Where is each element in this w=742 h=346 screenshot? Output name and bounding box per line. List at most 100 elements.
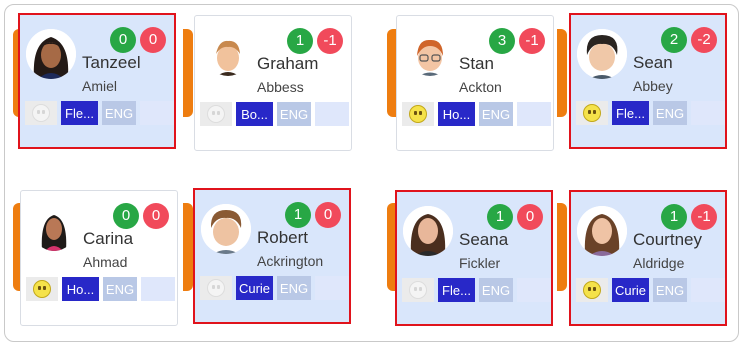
negative-score-badge[interactable]: 0 xyxy=(517,204,543,230)
positive-score-badge[interactable]: 0 xyxy=(113,203,139,229)
empty-chip[interactable] xyxy=(140,101,174,125)
class-chip[interactable]: Ho... xyxy=(438,102,475,126)
score-badges: 3 -1 xyxy=(489,28,545,54)
language-chip[interactable]: ENG xyxy=(479,278,513,302)
desk-edge-right xyxy=(183,29,193,117)
empty-chip[interactable] xyxy=(517,278,551,302)
student-last-name: Ahmad xyxy=(83,254,128,270)
student-photo xyxy=(577,206,627,256)
smiley-icon xyxy=(409,281,427,299)
language-chip[interactable]: ENG xyxy=(277,102,311,126)
desk-edge-right xyxy=(557,29,567,117)
positive-score-badge[interactable]: 1 xyxy=(487,204,513,230)
behavior-chip[interactable] xyxy=(576,101,608,125)
empty-chip[interactable] xyxy=(691,101,725,125)
student-first-name: Robert xyxy=(257,228,309,247)
student-last-name: Amiel xyxy=(82,78,118,94)
class-chip[interactable]: Curie xyxy=(612,278,649,302)
negative-score-badge[interactable]: -1 xyxy=(691,204,717,230)
class-chip[interactable]: Bo... xyxy=(236,102,273,126)
behavior-chip[interactable] xyxy=(200,102,232,126)
student-card-courtney[interactable]: 1 -1 Courtney Aldridge Curie ENG xyxy=(569,190,727,326)
negative-score-badge[interactable]: 0 xyxy=(143,203,169,229)
empty-chip[interactable] xyxy=(315,276,349,300)
behavior-chip[interactable] xyxy=(576,278,608,302)
student-card-tanzeel[interactable]: 0 0 Tanzeel Amiel Fle... ENG xyxy=(18,13,176,149)
language-chip[interactable]: ENG xyxy=(277,276,311,300)
student-card-seana[interactable]: 1 0 Seana Fickler Fle... ENG xyxy=(395,190,553,326)
tag-chips: Fle... ENG xyxy=(402,278,551,302)
language-chip[interactable]: ENG xyxy=(653,278,687,302)
student-photo xyxy=(33,209,75,251)
student-card-carina[interactable]: 0 0 Carina Ahmad Ho... ENG xyxy=(20,190,178,326)
language-chip[interactable]: ENG xyxy=(479,102,513,126)
student-last-name: Fickler xyxy=(459,255,501,271)
class-chip[interactable]: Ho... xyxy=(62,277,99,301)
student-first-name: Seana xyxy=(459,230,509,249)
negative-score-badge[interactable]: -1 xyxy=(519,28,545,54)
negative-score-badge[interactable]: 0 xyxy=(140,27,166,53)
score-badges: 0 0 xyxy=(110,27,166,53)
tag-chips: Curie ENG xyxy=(200,276,349,300)
language-chip[interactable]: ENG xyxy=(102,101,136,125)
language-chip[interactable]: ENG xyxy=(653,101,687,125)
positive-score-badge[interactable]: 1 xyxy=(661,204,687,230)
empty-chip[interactable] xyxy=(315,102,349,126)
student-last-name: Abbess xyxy=(257,79,304,95)
smiley-icon xyxy=(207,279,225,297)
positive-score-badge[interactable]: 0 xyxy=(110,27,136,53)
student-photo xyxy=(577,29,627,79)
positive-score-badge[interactable]: 1 xyxy=(287,28,313,54)
negative-score-badge[interactable]: 0 xyxy=(315,202,341,228)
smiley-icon xyxy=(32,104,50,122)
positive-score-badge[interactable]: 1 xyxy=(285,202,311,228)
class-chip[interactable]: Curie xyxy=(236,276,273,300)
behavior-chip[interactable] xyxy=(25,101,57,125)
class-chip[interactable]: Fle... xyxy=(612,101,649,125)
tag-chips: Fle... ENG xyxy=(25,101,174,125)
class-chip[interactable]: Fle... xyxy=(61,101,98,125)
tag-chips: Bo... ENG xyxy=(200,102,349,126)
tag-chips: Curie ENG xyxy=(576,278,725,302)
student-card-robert[interactable]: 1 0 Robert Ackrington Curie ENG xyxy=(193,188,351,324)
class-chip[interactable]: Fle... xyxy=(438,278,475,302)
student-first-name: Graham xyxy=(257,54,319,73)
positive-score-badge[interactable]: 3 xyxy=(489,28,515,54)
score-badges: 0 0 xyxy=(113,203,169,229)
behavior-chip[interactable] xyxy=(200,276,232,300)
student-photo xyxy=(201,204,251,254)
student-last-name: Ackrington xyxy=(257,253,324,269)
student-photo xyxy=(409,34,451,76)
smiley-icon xyxy=(583,104,601,122)
smiley-icon xyxy=(409,105,427,123)
smiley-icon xyxy=(33,280,51,298)
empty-chip[interactable] xyxy=(691,278,725,302)
score-badges: 1 0 xyxy=(487,204,543,230)
empty-chip[interactable] xyxy=(141,277,175,301)
smiley-icon xyxy=(207,105,225,123)
positive-score-badge[interactable]: 2 xyxy=(661,27,687,53)
behavior-chip[interactable] xyxy=(26,277,58,301)
negative-score-badge[interactable]: -2 xyxy=(691,27,717,53)
empty-chip[interactable] xyxy=(517,102,551,126)
student-photo xyxy=(207,34,249,76)
desk-edge-right xyxy=(557,203,567,291)
behavior-chip[interactable] xyxy=(402,278,434,302)
negative-score-badge[interactable]: -1 xyxy=(317,28,343,54)
behavior-chip[interactable] xyxy=(402,102,434,126)
student-card-stan[interactable]: 3 -1 Stan Ackton Ho... ENG xyxy=(396,15,554,151)
student-first-name: Sean xyxy=(633,53,673,72)
student-first-name: Stan xyxy=(459,54,494,73)
tag-chips: Ho... ENG xyxy=(402,102,551,126)
student-last-name: Ackton xyxy=(459,79,502,95)
student-photo xyxy=(26,29,76,79)
student-card-graham[interactable]: 1 -1 Graham Abbess Bo... ENG xyxy=(194,15,352,151)
student-card-sean[interactable]: 2 -2 Sean Abbey Fle... ENG xyxy=(569,13,727,149)
student-last-name: Abbey xyxy=(633,78,673,94)
tag-chips: Ho... ENG xyxy=(26,277,175,301)
score-badges: 1 0 xyxy=(285,202,341,228)
language-chip[interactable]: ENG xyxy=(103,277,137,301)
smiley-icon xyxy=(583,281,601,299)
score-badges: 1 -1 xyxy=(287,28,343,54)
score-badges: 1 -1 xyxy=(661,204,717,230)
